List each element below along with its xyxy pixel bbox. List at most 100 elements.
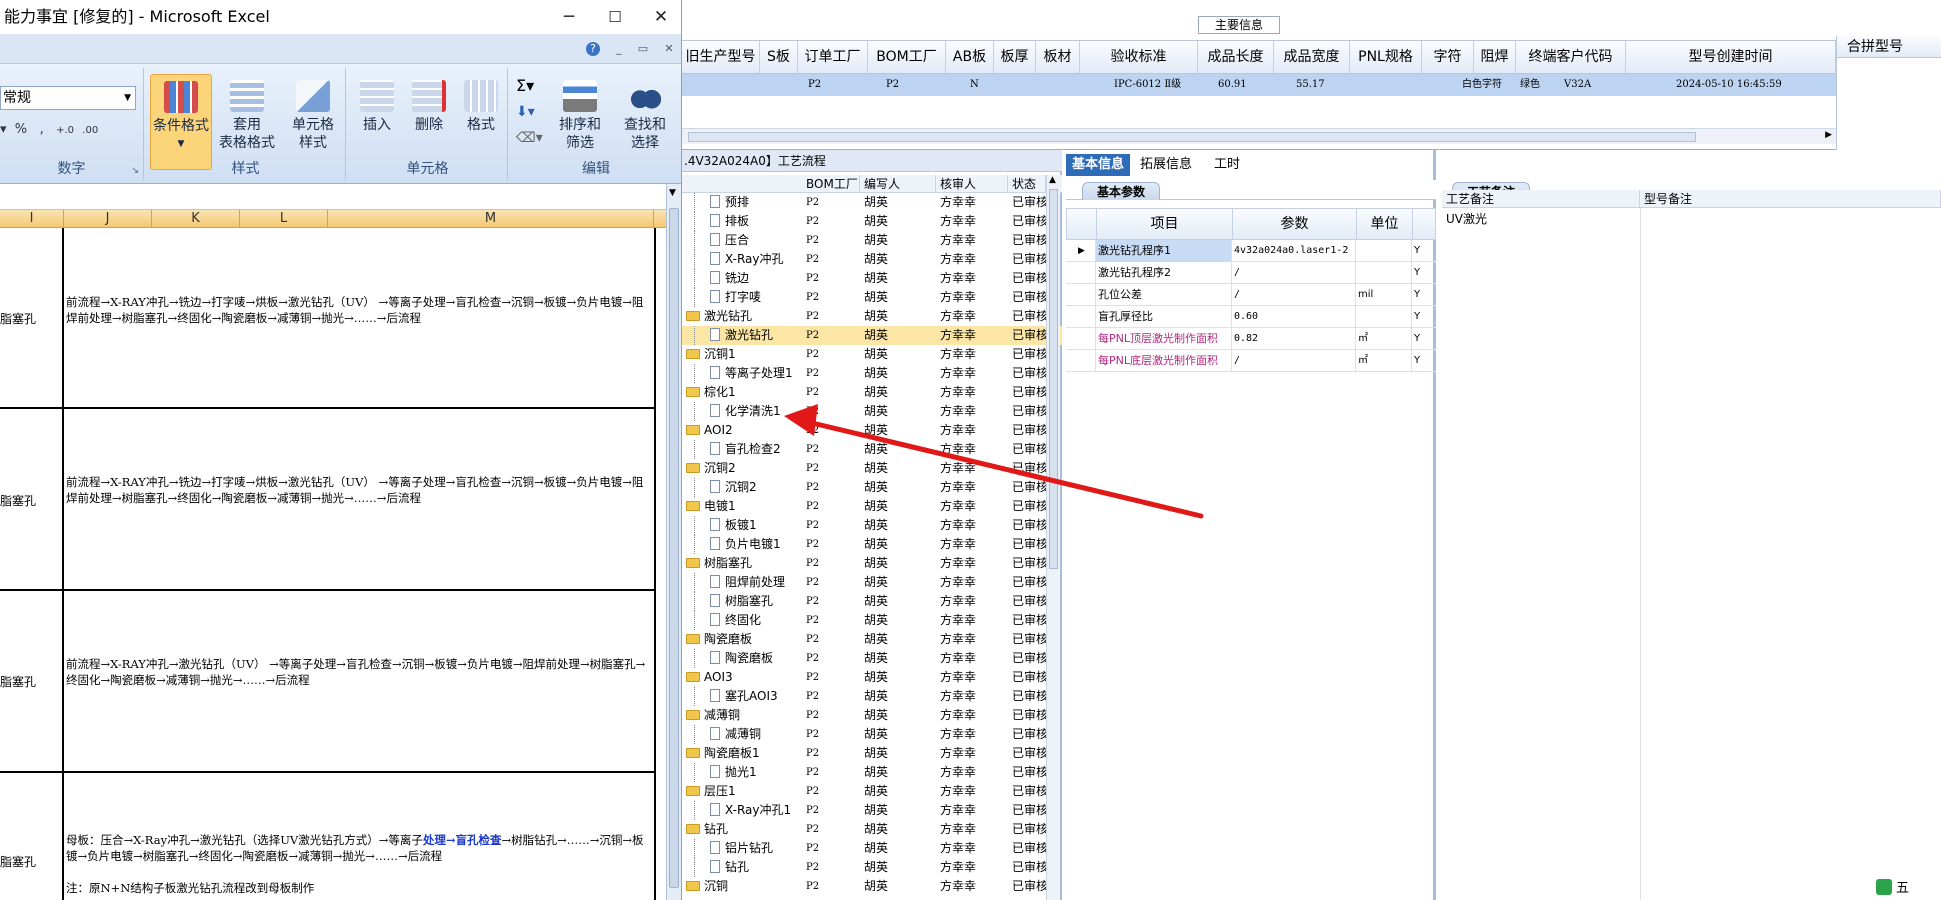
tree-row[interactable]: 等离子处理1 P2 胡英 方幸幸 已审核 xyxy=(682,364,1062,383)
tree-row[interactable]: 沉铜2 P2 胡英 方幸幸 已审核 xyxy=(682,459,1062,478)
tree-col-header[interactable]: 编写人 xyxy=(860,175,936,193)
tab-extended-info[interactable]: 拓展信息 xyxy=(1134,154,1198,176)
tree-row[interactable]: 压合 P2 胡英 方幸幸 已审核 xyxy=(682,231,1062,250)
tree-row[interactable]: 板镀1 P2 胡英 方幸幸 已审核 xyxy=(682,516,1062,535)
grid-col-header[interactable]: 验收标准 xyxy=(1080,41,1198,73)
tree-row[interactable]: 激光钻孔 P2 胡英 方幸幸 已审核 xyxy=(682,307,1062,326)
tree-row[interactable]: 钻孔 P2 胡英 方幸幸 已审核 xyxy=(682,858,1062,877)
param-value[interactable]: / xyxy=(1232,350,1356,372)
grid-col-header[interactable]: BOM工厂 xyxy=(868,41,946,73)
grid-col-header[interactable]: 板厚 xyxy=(994,41,1036,73)
tree-row[interactable]: 钻孔 P2 胡英 方幸幸 已审核 xyxy=(682,820,1062,839)
tree-row[interactable]: 塞孔AOI3 P2 胡英 方幸幸 已审核 xyxy=(682,687,1062,706)
tree-row[interactable]: X-Ray冲孔 P2 胡英 方幸幸 已审核 xyxy=(682,250,1062,269)
ribbon-minimize-icon[interactable]: _ xyxy=(612,42,626,56)
tree-row[interactable]: 激光钻孔 P2 胡英 方幸幸 已审核 xyxy=(682,326,1062,345)
param-row[interactable]: 孔位公差 / mil Y xyxy=(1066,284,1436,306)
close-button[interactable]: ✕ xyxy=(638,0,681,34)
column-header[interactable]: L xyxy=(240,210,328,228)
decrease-decimal-icon[interactable]: .00 xyxy=(82,125,98,136)
tree-row[interactable]: 盲孔检查2 P2 胡英 方幸幸 已审核 xyxy=(682,440,1062,459)
tree-row[interactable]: 树脂塞孔 P2 胡英 方幸幸 已审核 xyxy=(682,554,1062,573)
process-note-value[interactable]: UV激光 xyxy=(1446,210,1487,227)
tree-row[interactable]: 棕化1 P2 胡英 方幸幸 已审核 xyxy=(682,383,1062,402)
cell-left[interactable]: 脂塞孔 xyxy=(0,673,36,690)
tree-row[interactable]: 铝片钻孔 P2 胡英 方幸幸 已审核 xyxy=(682,839,1062,858)
tree-col-header[interactable]: 状态 xyxy=(1008,175,1046,193)
param-value[interactable]: 4v32a024a0.laser1-2 xyxy=(1232,240,1356,262)
column-header[interactable]: I xyxy=(0,210,64,228)
table-row[interactable]: P2 P2 N IPC-6012 Ⅱ级 60.91 55.17 白色字符 绿色 … xyxy=(682,74,1836,96)
tree-row[interactable]: 铣边 P2 胡英 方幸幸 已审核 xyxy=(682,269,1062,288)
tree-row[interactable]: 减薄铜 P2 胡英 方幸幸 已审核 xyxy=(682,725,1062,744)
worksheet[interactable]: 脂塞孔 前流程→X-RAY冲孔→铣边→打字唛→烘板→激光钻孔（UV） →等离子处… xyxy=(0,228,666,900)
grid-col-header[interactable]: PNL规格 xyxy=(1350,41,1422,73)
tab-basic-params[interactable]: 基本参数 xyxy=(1082,182,1161,200)
tree-row[interactable]: 电镀1 P2 胡英 方幸幸 已审核 xyxy=(682,497,1062,516)
column-header[interactable]: J xyxy=(64,210,152,228)
notes-col-header[interactable]: 工艺备注 xyxy=(1442,190,1640,208)
cell-process-text[interactable]: 前流程→X-RAY冲孔→铣边→打字唛→烘板→激光钻孔（UV） →等离子处理→盲孔… xyxy=(66,474,646,506)
table-format-button[interactable]: 套用 表格格式 xyxy=(214,74,280,170)
grid-col-header[interactable]: 终端客户代码 xyxy=(1516,41,1626,73)
cell-process-text[interactable]: 前流程→X-RAY冲孔→激光钻孔（UV） →等离子处理→盲孔检查→沉铜→板镀→负… xyxy=(66,656,646,688)
tree-col-header[interactable]: BOM工厂 xyxy=(802,175,860,193)
number-format-select[interactable]: 常规 ▼ xyxy=(0,86,136,110)
help-icon[interactable]: ? xyxy=(586,42,600,56)
chevron-down-icon[interactable]: ▼ xyxy=(669,188,676,198)
ime-indicator[interactable]: 五 xyxy=(1876,878,1941,900)
tree-row[interactable]: 层压1 P2 胡英 方幸幸 已审核 xyxy=(682,782,1062,801)
formula-bar[interactable] xyxy=(0,184,681,210)
grid-col-header[interactable]: 型号创建时间 xyxy=(1626,41,1836,73)
grid-col-header[interactable]: S板 xyxy=(760,41,798,73)
param-value[interactable]: / xyxy=(1232,284,1356,306)
increase-decimal-icon[interactable]: +.0 xyxy=(56,125,74,136)
param-row[interactable]: 每PNL顶层激光制作面积 0.82 ㎡ Y xyxy=(1066,328,1436,350)
delete-button[interactable]: 删除 xyxy=(404,74,454,170)
tree-row[interactable]: 预排 P2 胡英 方幸幸 已审核 xyxy=(682,193,1062,212)
chevron-right-icon[interactable]: ▶ xyxy=(1825,130,1832,140)
grid-col-header[interactable]: AB板 xyxy=(946,41,994,73)
param-value[interactable]: 0.60 xyxy=(1232,306,1356,328)
column-header[interactable]: M xyxy=(328,210,654,228)
autosum-icon[interactable]: Σ▾ xyxy=(516,76,534,95)
param-row[interactable]: ▶ 激光钻孔程序1 4v32a024a0.laser1-2 Y xyxy=(1066,240,1436,262)
tree-scrollbar[interactable]: ▲ xyxy=(1046,175,1060,900)
tree-row[interactable]: 陶瓷磨板 P2 胡英 方幸幸 已审核 xyxy=(682,649,1062,668)
tab-basic-info[interactable]: 基本信息 xyxy=(1066,154,1131,176)
grid-col-header[interactable]: 成品长度 xyxy=(1198,41,1274,73)
tree-row[interactable]: 化学清洗1 P2 胡英 方幸幸 已审核 xyxy=(682,402,1062,421)
tree-row[interactable]: 负片电镀1 P2 胡英 方幸幸 已审核 xyxy=(682,535,1062,554)
param-value[interactable]: 0.82 xyxy=(1232,328,1356,350)
param-col-header[interactable]: 项目 xyxy=(1097,209,1233,239)
chevron-up-icon[interactable]: ▲ xyxy=(1049,175,1056,185)
param-row[interactable]: 每PNL底层激光制作面积 / ㎡ Y xyxy=(1066,350,1436,372)
dialog-launcher-icon[interactable]: ↘ xyxy=(131,166,139,176)
accounting-icon[interactable]: ▾ xyxy=(0,122,7,137)
cell-left[interactable]: 脂塞孔 xyxy=(0,310,36,327)
tree-row[interactable]: 沉铜 P2 胡英 方幸幸 已审核 xyxy=(682,877,1062,896)
cell-process-text[interactable]: 前流程→X-RAY冲孔→铣边→打字唛→烘板→激光钻孔（UV） →等离子处理→盲孔… xyxy=(66,294,646,326)
fill-icon[interactable]: ⬇▾ xyxy=(516,104,535,120)
column-header[interactable]: K xyxy=(152,210,240,228)
comma-icon[interactable]: , xyxy=(40,122,44,137)
tree-row[interactable]: 打字唛 P2 胡英 方幸幸 已审核 xyxy=(682,288,1062,307)
percent-icon[interactable]: % xyxy=(15,122,27,137)
tree-row[interactable]: X-Ray冲孔1 P2 胡英 方幸幸 已审核 xyxy=(682,801,1062,820)
param-value[interactable]: / xyxy=(1232,262,1356,284)
find-select-button[interactable]: 查找和 选择 xyxy=(614,74,676,170)
notes-col-header[interactable]: 型号备注 xyxy=(1640,190,1941,208)
param-row[interactable]: 盲孔厚径比 0.60 Y xyxy=(1066,306,1436,328)
vertical-scrollbar[interactable]: ▼ xyxy=(666,184,681,900)
tree-row[interactable]: AOI2 P2 胡英 方幸幸 已审核 xyxy=(682,421,1062,440)
grid-col-header[interactable]: 成品宽度 xyxy=(1274,41,1350,73)
tab-work-hours[interactable]: 工时 xyxy=(1208,154,1246,176)
tree-row[interactable]: 陶瓷磨板 P2 胡英 方幸幸 已审核 xyxy=(682,630,1062,649)
horizontal-scrollbar[interactable]: ▶ xyxy=(682,128,1836,144)
conditional-format-button[interactable]: 条件格式 ▼ xyxy=(150,74,212,170)
scroll-thumb[interactable] xyxy=(688,132,1696,142)
scroll-thumb[interactable] xyxy=(1049,189,1058,569)
grid-col-header[interactable]: 板材 xyxy=(1036,41,1080,73)
param-col-header[interactable]: 参数 xyxy=(1233,209,1357,239)
insert-button[interactable]: 插入 xyxy=(352,74,402,170)
